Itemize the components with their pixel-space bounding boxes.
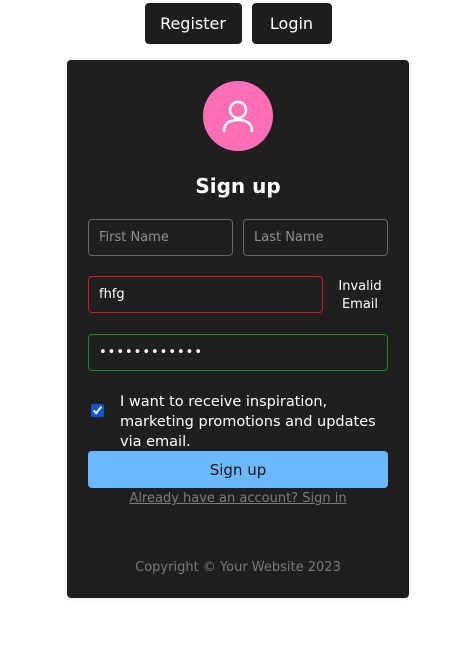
- password-field[interactable]: [88, 334, 388, 371]
- signup-card: Sign up Invalid Email I want to receive …: [67, 60, 409, 598]
- top-nav: Register Login: [0, 3, 476, 44]
- email-error-message: Invalid Email: [338, 279, 382, 312]
- login-button[interactable]: Login: [251, 3, 332, 44]
- last-name-field[interactable]: [243, 219, 388, 256]
- sign-up-button[interactable]: Sign up: [88, 451, 388, 488]
- sign-in-link[interactable]: Already have an account? Sign in: [67, 491, 409, 506]
- marketing-checkbox-label[interactable]: I want to receive inspiration, marketing…: [120, 392, 392, 452]
- marketing-checkbox[interactable]: [91, 404, 104, 417]
- copyright-text: Copyright © Your Website 2023: [135, 560, 341, 575]
- register-button[interactable]: Register: [144, 3, 242, 44]
- person-icon: [222, 100, 254, 133]
- page-title: Sign up: [195, 174, 281, 198]
- avatar: [203, 81, 273, 151]
- first-name-field[interactable]: [88, 219, 233, 256]
- email-field[interactable]: [88, 276, 323, 313]
